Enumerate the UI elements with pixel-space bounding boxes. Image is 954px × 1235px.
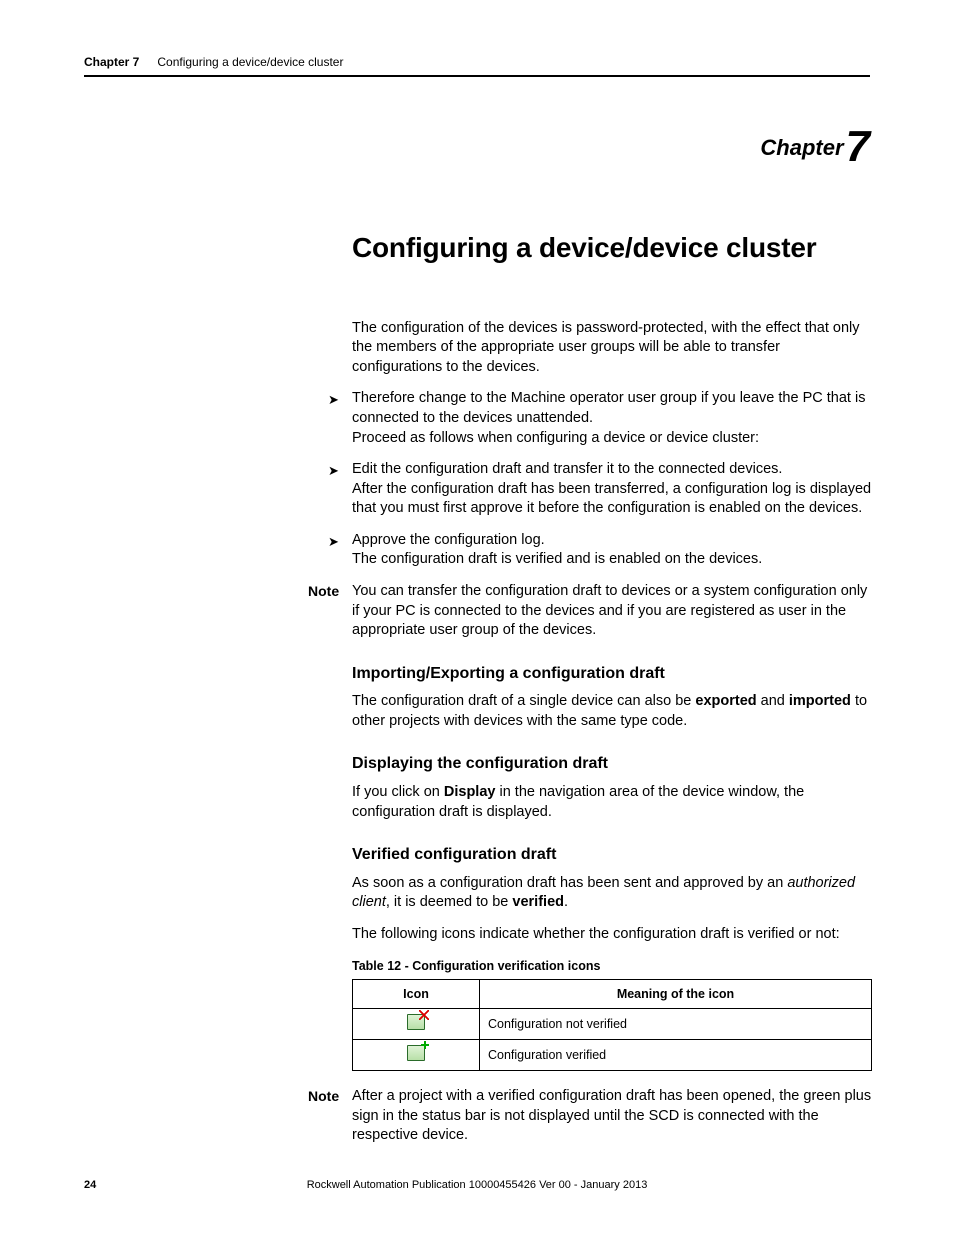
bullet-2-line-1: Edit the configuration draft and transfe… xyxy=(352,461,782,477)
subheading-verified: Verified configuration draft xyxy=(352,844,872,866)
bullet-item-1: ➤ Therefore change to the Machine operat… xyxy=(328,389,872,448)
note-label: Note xyxy=(308,1087,339,1106)
bullet-1-line-2: Proceed as follows when configuring a de… xyxy=(352,430,759,446)
subheading-import-export: Importing/Exporting a configuration draf… xyxy=(352,663,872,685)
note-1-text: You can transfer the configuration draft… xyxy=(352,582,872,641)
chapter-number: 7 xyxy=(846,122,870,171)
table-header-meaning: Meaning of the icon xyxy=(480,980,872,1009)
config-not-verified-icon xyxy=(407,1014,425,1030)
chapter-mark: Chapter7 xyxy=(84,125,870,169)
bullet-item-3: ➤ Approve the configuration log. The con… xyxy=(328,531,872,570)
note-1: Note You can transfer the configuration … xyxy=(308,582,872,641)
running-header: Chapter 7 Configuring a device/device cl… xyxy=(84,55,870,77)
table-row: Configuration verified xyxy=(353,1040,872,1071)
bullet-arrow-icon: ➤ xyxy=(328,462,339,480)
page: Chapter 7 Configuring a device/device cl… xyxy=(0,0,954,1235)
note-2-text: After a project with a verified configur… xyxy=(352,1087,872,1146)
meaning-cell: Configuration verified xyxy=(480,1040,872,1071)
note-2: Note After a project with a verified con… xyxy=(308,1087,872,1146)
table-header-icon: Icon xyxy=(353,980,480,1009)
bullet-1-line-1: Therefore change to the Machine operator… xyxy=(352,390,865,426)
bullet-item-2: ➤ Edit the configuration draft and trans… xyxy=(328,460,872,519)
bullet-3-line-1: Approve the configuration log. xyxy=(352,532,545,548)
page-title: Configuring a device/device cluster xyxy=(84,229,872,267)
config-verified-icon xyxy=(407,1045,425,1061)
table-caption: Table 12 - Configuration verification ic… xyxy=(352,958,872,975)
table-header-row: Icon Meaning of the icon xyxy=(353,980,872,1009)
verification-icons-table: Icon Meaning of the icon Configuration n… xyxy=(352,979,872,1071)
bullet-3-line-2: The configuration draft is verified and … xyxy=(352,551,762,567)
intro-paragraph: The configuration of the devices is pass… xyxy=(352,319,872,378)
icon-cell-verified xyxy=(353,1040,480,1071)
publication-line: Rockwell Automation Publication 10000455… xyxy=(84,1179,870,1191)
subheading-display: Displaying the configuration draft xyxy=(352,753,872,775)
table-row: Configuration not verified xyxy=(353,1009,872,1040)
verified-paragraph-2: The following icons indicate whether the… xyxy=(352,925,872,945)
body-column: Configuring a device/device cluster The … xyxy=(352,229,872,1146)
running-header-title: Configuring a device/device cluster xyxy=(157,55,343,69)
bullet-arrow-icon: ➤ xyxy=(328,533,339,551)
import-export-paragraph: The configuration draft of a single devi… xyxy=(352,692,872,731)
icon-cell-not-verified xyxy=(353,1009,480,1040)
bullet-arrow-icon: ➤ xyxy=(328,391,339,409)
note-label: Note xyxy=(308,582,339,601)
display-paragraph: If you click on Display in the navigatio… xyxy=(352,783,872,822)
running-header-chapter: Chapter 7 xyxy=(84,55,139,69)
meaning-cell: Configuration not verified xyxy=(480,1009,872,1040)
verified-paragraph-1: As soon as a configuration draft has bee… xyxy=(352,874,872,913)
bullet-2-line-2: After the configuration draft has been t… xyxy=(352,481,871,517)
chapter-word: Chapter xyxy=(760,135,843,160)
